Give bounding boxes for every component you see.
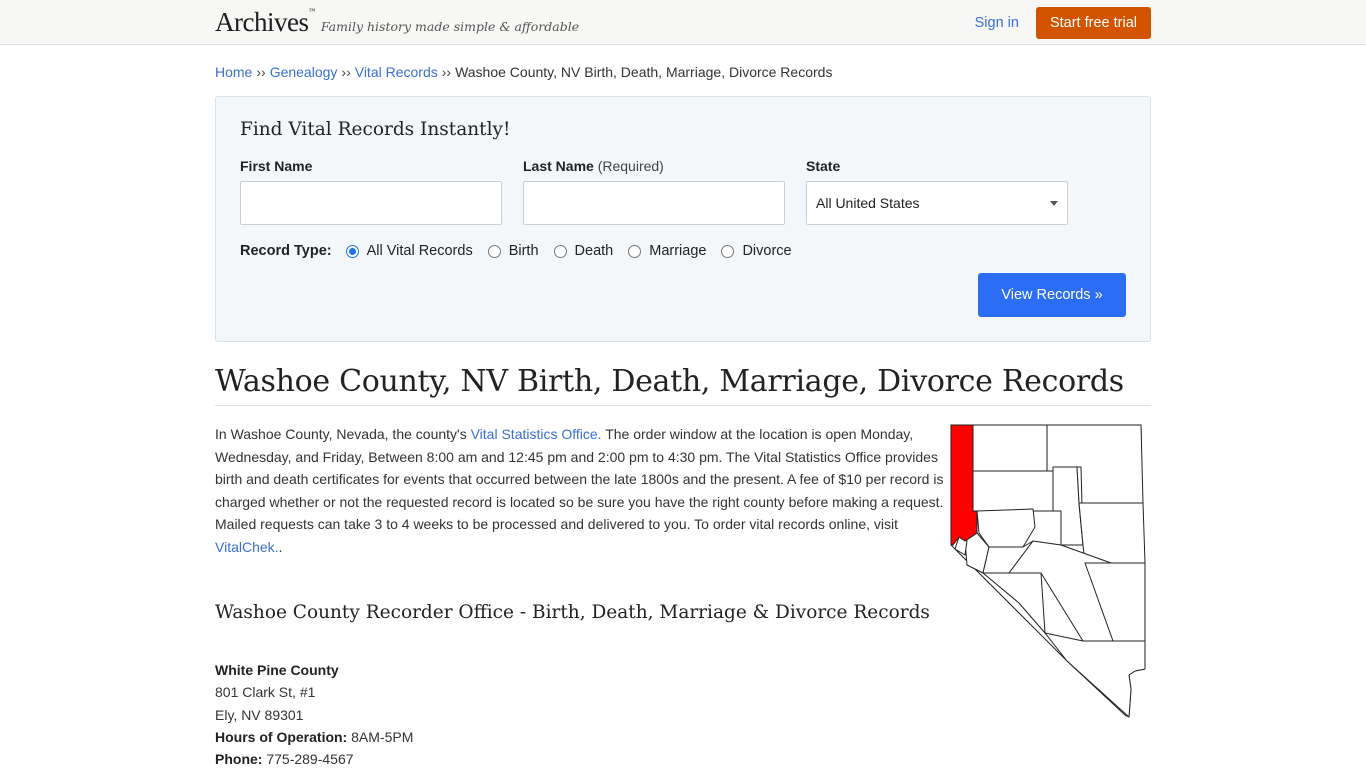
top-bar: Archives™ Family history made simple & a… xyxy=(0,0,1366,45)
vital-statistics-office-link[interactable]: Vital Statistics Office. xyxy=(471,426,602,442)
map-county-humboldt xyxy=(972,424,1048,472)
site-logo[interactable]: Archives™ xyxy=(215,7,315,38)
breadcrumb: Home ›› Genealogy ›› Vital Records ›› Washoe C… xyxy=(215,64,833,80)
first-name-label: First Name xyxy=(240,158,313,174)
search-form: Find Vital Records Instantly! First Name… xyxy=(215,96,1151,342)
office-phone: Phone: 775-289-4567 xyxy=(215,751,354,768)
tagline: Family history made simple & affordable xyxy=(320,19,580,34)
office-hours: Hours of Operation: 8AM-5PM xyxy=(215,728,414,745)
record-type-label: Record Type: xyxy=(240,243,332,259)
page-title: Washoe County, NV Birth, Death, Marriage… xyxy=(215,364,1151,406)
breadcrumb-vital-records[interactable]: Vital Records xyxy=(355,64,438,80)
radio-all-vital-records[interactable]: All Vital Records xyxy=(345,243,473,259)
view-records-button[interactable]: View Records » xyxy=(978,273,1126,317)
state-select[interactable]: All United States xyxy=(806,181,1068,225)
map-county-pershing xyxy=(972,470,1054,512)
radio-birth[interactable]: Birth xyxy=(487,243,539,259)
map-county-white-pine xyxy=(1078,502,1146,564)
last-name-input[interactable] xyxy=(523,181,785,225)
breadcrumb-current: Washoe County, NV Birth, Death, Marriage… xyxy=(455,64,833,80)
radio-divorce[interactable]: Divorce xyxy=(721,243,792,259)
radio-marriage[interactable]: Marriage xyxy=(628,243,706,259)
chevron-down-icon xyxy=(1050,200,1058,206)
nevada-county-map xyxy=(950,424,1146,718)
start-free-trial-button[interactable]: Start free trial xyxy=(1035,6,1151,39)
map-county-washoe-highlight xyxy=(950,424,978,546)
radio-icon[interactable] xyxy=(628,244,642,258)
sign-in-link[interactable]: Sign in xyxy=(975,15,1019,31)
vitalchek-link[interactable]: VitalChek. xyxy=(215,539,279,555)
last-name-label: Last Name (Required) xyxy=(523,158,664,174)
brand[interactable]: Archives™ Family history made simple & a… xyxy=(215,7,579,38)
map-county-clark xyxy=(1044,632,1146,718)
radio-icon[interactable] xyxy=(487,244,501,258)
first-name-input[interactable] xyxy=(240,181,502,225)
radio-icon[interactable] xyxy=(721,244,735,258)
radio-icon[interactable] xyxy=(553,244,567,258)
state-label: State xyxy=(806,158,841,174)
radio-icon[interactable] xyxy=(345,244,359,258)
map-county-churchill xyxy=(976,508,1036,548)
search-title: Find Vital Records Instantly! xyxy=(240,119,511,140)
breadcrumb-genealogy[interactable]: Genealogy xyxy=(270,64,338,80)
intro-paragraph: In Washoe County, Nevada, the county's V… xyxy=(215,426,944,555)
radio-death[interactable]: Death xyxy=(553,243,613,259)
record-type-group: Record Type: All Vital Records Birth Dea… xyxy=(240,243,1126,259)
breadcrumb-home[interactable]: Home xyxy=(215,64,252,80)
